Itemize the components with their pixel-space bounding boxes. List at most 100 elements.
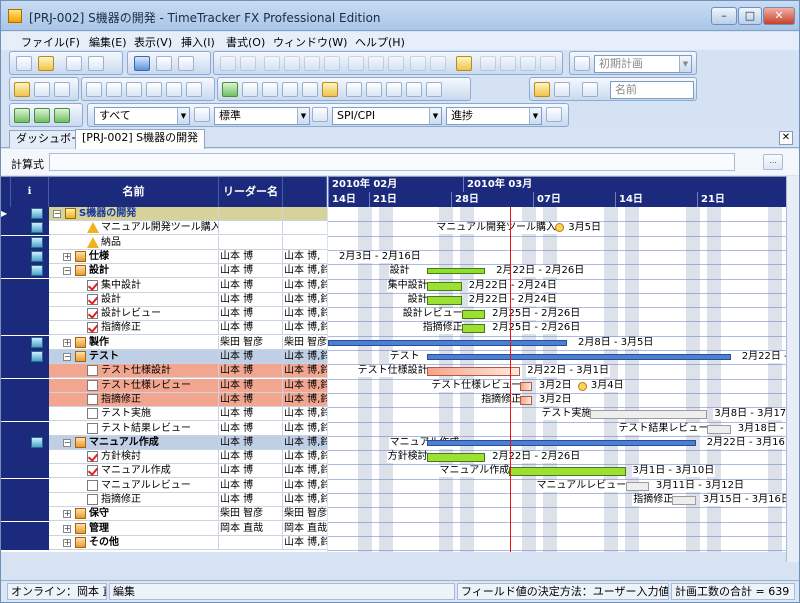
expand-toggle-icon[interactable]: + xyxy=(63,252,71,261)
paste-icon[interactable] xyxy=(304,56,320,71)
row-selector[interactable] xyxy=(1,235,11,250)
cell-name[interactable]: + 保守 xyxy=(49,507,219,522)
table-row[interactable]: + 保守 柴田 智彦 柴田 智彦 xyxy=(1,507,327,522)
save-icon[interactable] xyxy=(66,56,82,71)
calendar-icon[interactable] xyxy=(106,82,122,97)
row-selector[interactable] xyxy=(1,421,11,436)
row-selector[interactable] xyxy=(1,364,11,379)
search-icon[interactable] xyxy=(582,82,598,97)
table-row[interactable]: マニュアル開発ツール購入 xyxy=(1,221,327,236)
delete-icon[interactable] xyxy=(324,56,340,71)
scale-31-icon[interactable] xyxy=(302,82,318,97)
open-icon[interactable] xyxy=(38,56,54,71)
name-search-input[interactable]: 名前 xyxy=(610,81,694,99)
expand-icon[interactable] xyxy=(14,108,30,123)
progress-edit-icon[interactable] xyxy=(546,107,562,122)
filter-options-icon[interactable] xyxy=(554,82,570,97)
table-row[interactable]: 指摘修正 山本 博山本 博,鈴 xyxy=(1,392,327,407)
cell-leader[interactable]: 山本 博 xyxy=(219,292,283,307)
view-edit-icon[interactable] xyxy=(312,107,328,122)
close-tab-icon[interactable]: ✕ xyxy=(779,131,793,145)
cell-extra[interactable]: 山本 博,鈴 xyxy=(283,393,327,407)
baseline-icon[interactable] xyxy=(386,82,402,97)
cell-extra[interactable]: 山本 博,鈴 xyxy=(283,279,327,293)
column-header-extra[interactable] xyxy=(283,177,327,207)
cell-leader[interactable]: 山本 博 xyxy=(219,478,283,493)
cell-leader[interactable]: 柴田 智彦 xyxy=(219,507,283,522)
cell-leader[interactable]: 山本 博 xyxy=(219,435,283,450)
row-selector[interactable] xyxy=(1,507,11,522)
cell-name[interactable]: 指摘修正 xyxy=(49,321,219,336)
row-selector[interactable] xyxy=(1,378,11,393)
split-icon[interactable] xyxy=(456,56,472,71)
outline-icon[interactable] xyxy=(54,108,70,123)
row-selector[interactable] xyxy=(1,221,11,236)
expand-toggle-icon[interactable]: + xyxy=(63,510,71,519)
cell-name[interactable]: + 製作 xyxy=(49,335,219,350)
table-icon[interactable] xyxy=(86,82,102,97)
formula-input[interactable] xyxy=(49,153,735,171)
cell-extra[interactable]: 山本 博,鈴 xyxy=(283,436,327,450)
font-smaller-icon[interactable] xyxy=(366,82,382,97)
cell-extra[interactable]: 山本 博,鈴 xyxy=(283,307,327,321)
cell-extra[interactable] xyxy=(283,236,327,250)
cell-name[interactable]: 集中設計 xyxy=(49,278,219,293)
cell-leader[interactable]: 山本 博 xyxy=(219,350,283,364)
expand-toggle-icon[interactable]: − xyxy=(63,438,71,447)
cell-extra[interactable]: 山本 博,鈴 xyxy=(283,479,327,493)
row-selector[interactable] xyxy=(1,521,11,536)
cell-leader[interactable]: 山本 博 xyxy=(219,321,283,336)
unlink-icon[interactable] xyxy=(430,56,446,71)
row-selector[interactable] xyxy=(1,278,11,293)
cell-leader[interactable]: 山本 博 xyxy=(219,464,283,479)
insert-child-icon[interactable] xyxy=(368,56,384,71)
cell-name[interactable]: テスト仕様レビュー xyxy=(49,378,219,393)
menu-edit[interactable]: 編集(E) xyxy=(89,34,127,50)
table-row[interactable]: + その他 山本 博,鈴 xyxy=(1,535,327,550)
formula-button[interactable]: ... xyxy=(763,154,783,170)
menu-window[interactable]: ウィンドウ(W) xyxy=(273,34,347,50)
row-selector[interactable] xyxy=(1,535,11,550)
table-row[interactable]: ▶ − S機器の開発 xyxy=(1,207,327,221)
pie-chart-icon[interactable] xyxy=(166,82,182,97)
cell-leader[interactable] xyxy=(219,235,283,250)
expand-toggle-icon[interactable]: + xyxy=(63,338,71,347)
cell-name[interactable]: 設計レビュー xyxy=(49,307,219,322)
cell-name[interactable]: マニュアルレビュー xyxy=(49,478,219,493)
cell-extra[interactable]: 山本 博,鈴 xyxy=(283,364,327,378)
print-icon[interactable] xyxy=(178,56,194,71)
maximize-button[interactable]: □ xyxy=(738,7,762,25)
copy-icon[interactable] xyxy=(284,56,300,71)
table-row[interactable]: テスト仕様レビュー 山本 博山本 博,鈴 xyxy=(1,378,327,393)
expand-toggle-icon[interactable]: − xyxy=(63,353,71,361)
cell-name[interactable]: マニュアル開発ツール購入 xyxy=(49,221,219,236)
cell-name[interactable]: − 設計 xyxy=(49,264,219,279)
cell-extra[interactable]: 山本 博,鈴 xyxy=(283,407,327,421)
cell-extra[interactable]: 山本 博,鈴 xyxy=(283,464,327,478)
menu-insert[interactable]: 挿入(I) xyxy=(181,34,215,50)
cell-leader[interactable]: 山本 博 xyxy=(219,307,283,322)
cell-leader[interactable]: 岡本 直哉 xyxy=(219,521,283,536)
table-row[interactable]: − マニュアル作成 山本 博山本 博,鈴 xyxy=(1,435,327,450)
cell-extra[interactable]: 山本 博,鈴 xyxy=(283,379,327,393)
cell-extra[interactable]: 山本 博,鈴 xyxy=(283,422,327,436)
cell-leader[interactable] xyxy=(219,221,283,236)
minimize-button[interactable]: – xyxy=(711,7,737,25)
cell-leader[interactable]: 山本 博 xyxy=(219,378,283,393)
table-row[interactable]: − テスト 山本 博山本 博,鈴 xyxy=(1,350,327,364)
cell-leader[interactable]: 山本 博 xyxy=(219,407,283,422)
progress-dropdown[interactable]: 進捗 ▼ xyxy=(446,107,542,125)
table-row[interactable]: 指摘修正 山本 博山本 博,鈴 xyxy=(1,493,327,507)
cell-extra[interactable]: 山本 博,鈴 xyxy=(283,293,327,307)
print-preview-icon[interactable] xyxy=(156,56,172,71)
row-selector[interactable] xyxy=(1,292,11,307)
row-selector[interactable] xyxy=(1,435,11,450)
cell-leader[interactable]: 山本 博 xyxy=(219,264,283,279)
link-icon[interactable] xyxy=(410,56,426,71)
chart-icon[interactable] xyxy=(126,82,142,97)
row-selector[interactable] xyxy=(1,335,11,350)
table-row[interactable]: テスト仕様設計 山本 博山本 博,鈴 xyxy=(1,364,327,379)
row-selector[interactable] xyxy=(1,264,11,279)
plan-dropdown[interactable]: 初期計画 ▼ xyxy=(594,55,692,73)
cut-icon[interactable] xyxy=(264,56,280,71)
